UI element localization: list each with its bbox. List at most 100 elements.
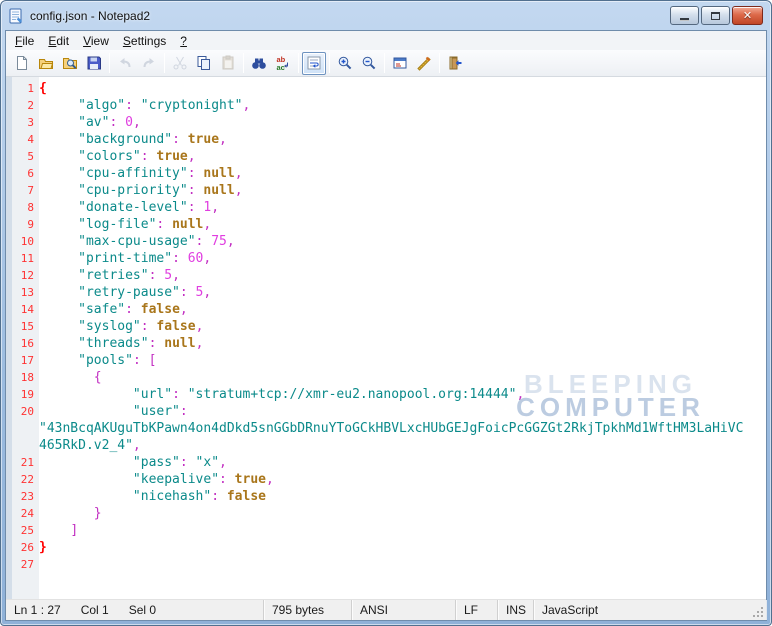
code-line: 12 "retries": 5, [6, 267, 766, 284]
svg-text:ac: ac [277, 63, 285, 71]
maximize-button[interactable] [701, 6, 730, 25]
line-number: 12 [20, 269, 34, 282]
open-file-button[interactable] [34, 52, 58, 75]
menu-item-edit[interactable]: Edit [41, 32, 76, 50]
redo-button[interactable] [137, 52, 161, 75]
zoom-out-button[interactable] [357, 52, 381, 75]
code-token: } [39, 540, 47, 555]
code-token: : [132, 353, 141, 368]
menu-item-settings[interactable]: Settings [116, 32, 173, 50]
code-token: "x" [195, 455, 220, 470]
word-wrap-button[interactable] [302, 51, 326, 75]
line-number: 4 [27, 133, 34, 146]
code-token: , [203, 251, 212, 266]
code-line-text: "pass": "x", [39, 454, 766, 471]
code-token: null [203, 166, 235, 181]
line-number: 8 [27, 201, 34, 214]
code-line-text: ] [39, 522, 766, 539]
code-line-text: } [39, 505, 766, 522]
title-bar[interactable]: config.json - Notepad2 ✕ [1, 1, 771, 30]
replace-button[interactable]: ab ac [271, 52, 295, 75]
zoom-in-button[interactable] [333, 52, 357, 75]
exit-button[interactable] [443, 52, 467, 75]
code-token: , [187, 149, 196, 164]
status-insert-mode[interactable]: INS [498, 600, 534, 620]
code-line: 13 "retry-pause": 5, [6, 284, 766, 301]
line-number: 19 [20, 388, 34, 401]
code-line-text: "algo": "cryptonight", [39, 97, 766, 114]
code-area[interactable]: 1{2 "algo": "cryptonight", 3 "av": 0, 4 "b… [6, 77, 766, 573]
code-line-text: "nicehash": false [39, 488, 766, 505]
scheme-config-button[interactable] [388, 52, 412, 75]
cut-button[interactable] [168, 52, 192, 75]
undo-button[interactable] [113, 52, 137, 75]
code-token: false [140, 302, 180, 317]
code-token: "print-time" [78, 251, 173, 266]
code-line: 465RkD.v2_4", [6, 437, 766, 454]
code-token: "log-file" [78, 217, 157, 232]
code-token: } [93, 506, 102, 521]
code-token: , [516, 387, 525, 402]
copy-button[interactable] [192, 52, 216, 75]
minimize-icon [680, 17, 689, 21]
code-line: 19 "url": "stratum+tcp://xmr-eu2.nanopoo… [6, 386, 766, 403]
code-token: null [203, 183, 235, 198]
line-number: 15 [20, 320, 34, 333]
status-selection: Sel 0 [128, 603, 157, 617]
menu-item-help[interactable]: ? [173, 32, 194, 50]
browse-files-button[interactable] [58, 52, 82, 75]
status-syntax-scheme[interactable]: JavaScript [534, 600, 766, 620]
code-token: , [203, 217, 212, 232]
menu-item-view[interactable]: View [76, 32, 116, 50]
status-file-size[interactable]: 795 bytes [264, 600, 352, 620]
app-window: config.json - Notepad2 ✕ File Edit View Set… [0, 0, 772, 626]
toolbar-separator [384, 53, 385, 73]
code-line-text: "log-file": null, [39, 216, 766, 233]
exit-icon [449, 56, 462, 70]
status-encoding[interactable]: ANSI [352, 600, 456, 620]
menu-item-file[interactable]: File [8, 32, 41, 50]
save-file-button[interactable] [82, 52, 106, 75]
status-position[interactable]: Ln 1 : 27 Col 1 Sel 0 [6, 600, 264, 620]
line-number: 24 [20, 507, 34, 520]
resize-grip[interactable] [752, 606, 763, 617]
toolbar-separator [298, 53, 299, 73]
code-token: , [179, 302, 188, 317]
code-line-text: "donate-level": 1, [39, 199, 766, 216]
code-line-text: "max-cpu-usage": 75, [39, 233, 766, 250]
code-line-text: { [39, 80, 766, 97]
code-token: : [187, 166, 196, 181]
close-button[interactable]: ✕ [732, 6, 763, 25]
code-line: 22 "keepalive": true, [6, 471, 766, 488]
find-button[interactable] [247, 52, 271, 75]
code-line: 6 "cpu-affinity": null, [6, 165, 766, 182]
new-file-button[interactable] [10, 52, 34, 75]
code-token: , [219, 132, 227, 147]
minimize-button[interactable] [670, 6, 699, 25]
line-number: 25 [20, 524, 34, 537]
customize-schemes-button[interactable] [412, 52, 436, 75]
line-number: 7 [27, 184, 34, 197]
code-token: : [125, 302, 133, 317]
status-eol-mode[interactable]: LF [456, 600, 498, 620]
code-line: 25 ] [6, 522, 766, 539]
paste-button[interactable] [216, 52, 240, 75]
editor[interactable]: BLEEPING COMPUTER 1{2 "algo": "cryptonig… [6, 77, 766, 599]
code-token: , [132, 438, 141, 453]
code-line-text: "pools": [ [39, 352, 766, 369]
line-number: 6 [27, 167, 34, 180]
scheme-config-icon [393, 57, 407, 69]
code-token: : [140, 319, 149, 334]
code-line: 15 "syslog": false, [6, 318, 766, 335]
